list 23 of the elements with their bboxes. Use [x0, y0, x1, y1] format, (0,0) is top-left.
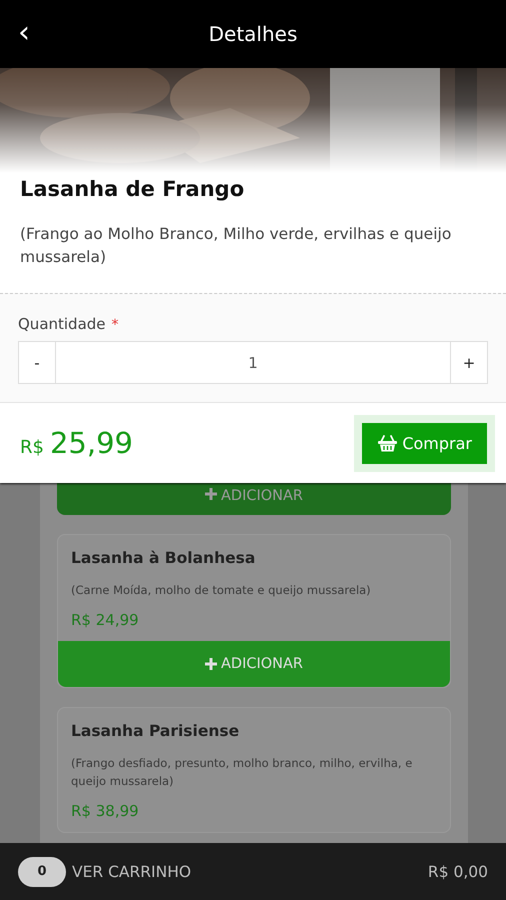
cart-count-badge: 0: [18, 856, 66, 886]
item-price: R$ 38,99: [71, 802, 140, 820]
quantity-label: Quantidade: [18, 315, 106, 333]
screen-title: Detalhes: [208, 22, 298, 46]
menu-card[interactable]: Lasanha Parisiense (Frango desfiado, presunto, molho branco, milho, ervilha, e queijo mussarela) R$ 38,99: [57, 707, 451, 833]
back-button[interactable]: ‹: [12, 18, 36, 48]
plus-icon: [204, 488, 217, 500]
item-description: (Carne Moída, molho de tomate e queijo mussarela): [71, 582, 372, 599]
item-name: Lasanha Parisiense: [71, 722, 240, 740]
view-cart-link[interactable]: VER CARRINHO: [72, 862, 428, 880]
buy-button[interactable]: Comprar: [362, 422, 487, 464]
item-description: (Frango desfiado, presunto, molho branco, milho, ervilha, e queijo mussarela): [71, 755, 414, 790]
product-price: 25,99: [50, 426, 133, 460]
item-name: Lasanha à Bolanhesa: [71, 549, 256, 567]
product-description: (Frango ao Molho Branco, Milho verde, ervilhas e queijo mussarela): [20, 224, 452, 268]
menu-card[interactable]: Lasanha à Bolanhesa (Carne Moída, molho de tomate e queijo mussarela) R$ 24,99 ADICIONAR: [57, 534, 451, 688]
basket-icon: [378, 434, 398, 452]
currency-symbol: R$: [20, 437, 44, 458]
product-title: Lasanha de Frango: [20, 176, 246, 201]
plus-icon: [204, 658, 217, 670]
item-price: R$ 24,99: [71, 611, 140, 629]
required-mark: *: [112, 317, 119, 333]
cart-total: R$ 0,00: [428, 862, 488, 880]
